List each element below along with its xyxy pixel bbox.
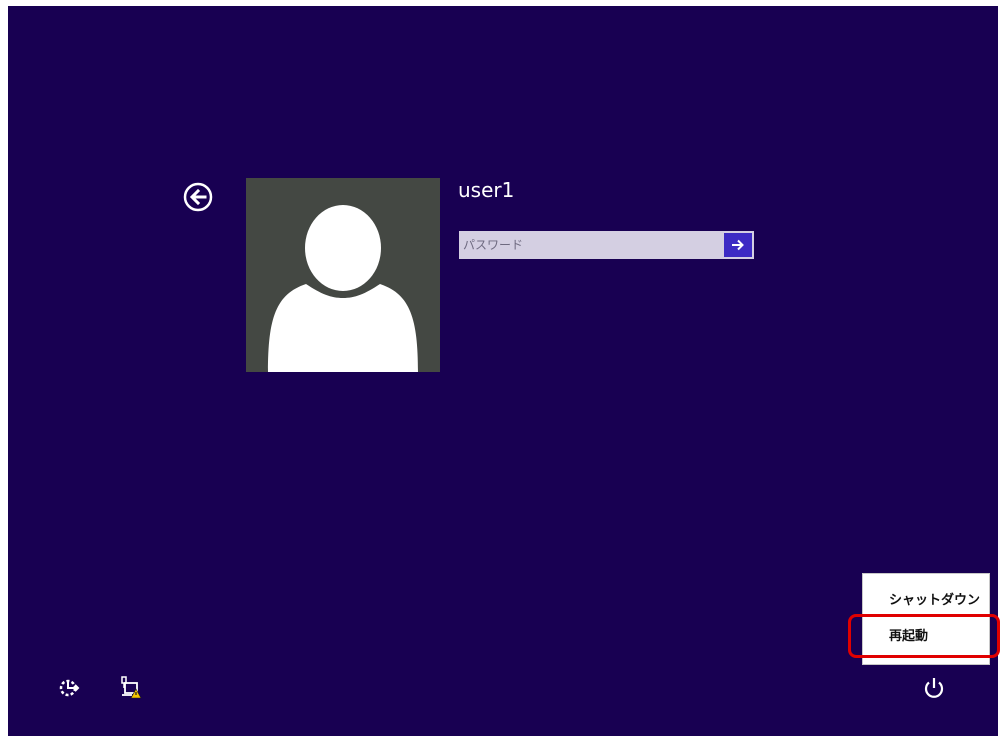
- restart-menu-item[interactable]: 再起動: [863, 620, 989, 654]
- password-field[interactable]: [459, 231, 754, 259]
- back-button[interactable]: [183, 182, 213, 212]
- shutdown-menu-item[interactable]: シャットダウン: [863, 584, 989, 618]
- username-label: user1: [458, 178, 515, 202]
- lock-screen: user1 シャットダウン 再起動: [8, 6, 998, 736]
- ease-of-access-icon: [59, 679, 80, 697]
- ease-of-access-button[interactable]: [56, 675, 82, 701]
- default-user-avatar-icon: [268, 205, 418, 372]
- back-arrow-circle-icon: [183, 182, 213, 212]
- network-button[interactable]: [118, 675, 144, 701]
- power-button[interactable]: [920, 674, 948, 702]
- user-avatar: [246, 178, 440, 372]
- power-icon: [924, 678, 944, 698]
- power-menu: シャットダウン 再起動: [862, 573, 990, 665]
- network-warning-icon: [121, 676, 142, 699]
- arrow-right-icon: [732, 239, 744, 251]
- submit-button[interactable]: [724, 233, 752, 257]
- password-input[interactable]: [459, 231, 724, 259]
